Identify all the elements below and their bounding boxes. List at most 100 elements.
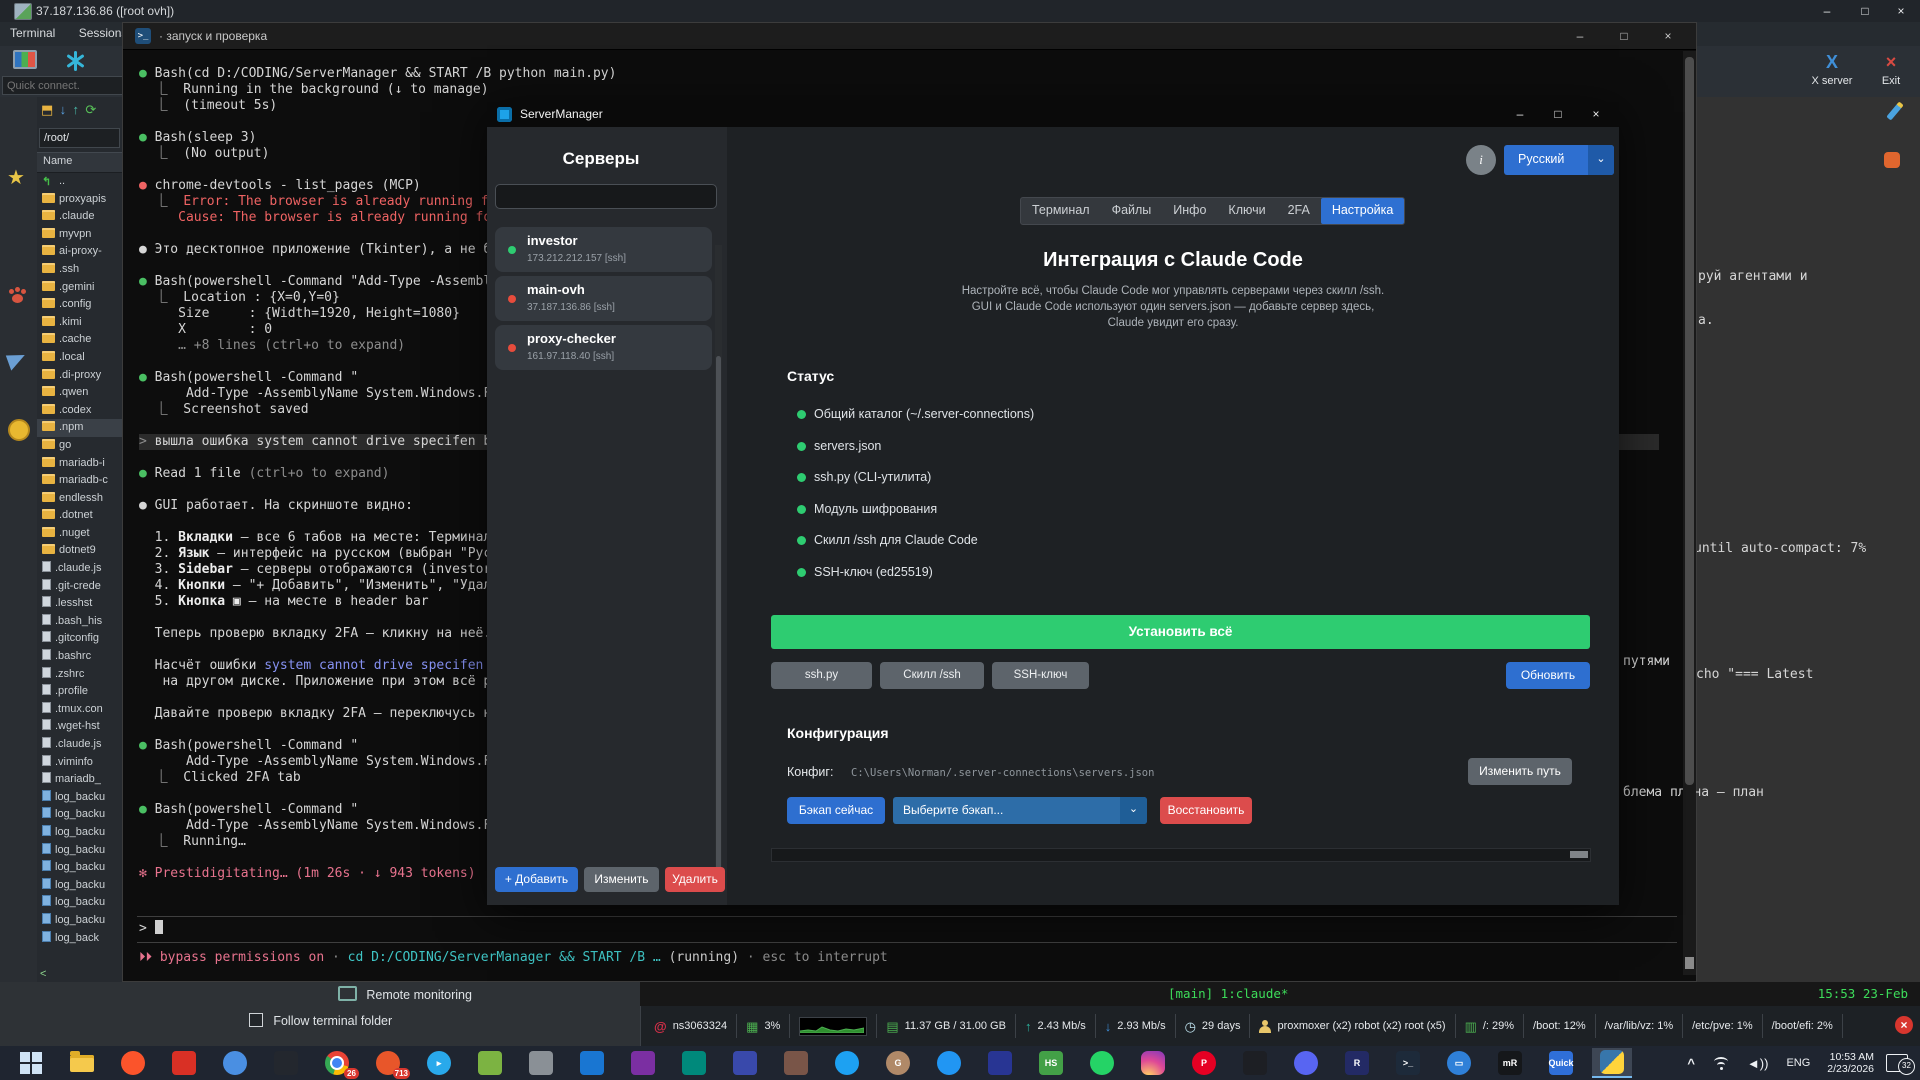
powershell-icon[interactable]: >_	[1388, 1048, 1428, 1078]
purple-app-icon[interactable]	[623, 1048, 663, 1078]
file-row[interactable]: .profile	[37, 683, 122, 701]
download-icon[interactable]: ↓	[60, 102, 67, 117]
sm-maximize-button[interactable]: □	[1539, 103, 1577, 126]
file-row[interactable]: .gitconfig	[37, 630, 122, 648]
favorites-star-icon[interactable]: ★	[7, 165, 25, 190]
notepad-icon[interactable]	[470, 1048, 510, 1078]
install-all-button[interactable]: Установить всё	[771, 615, 1590, 649]
start-button[interactable]	[11, 1048, 51, 1078]
mremoteng-icon[interactable]: mR	[1490, 1048, 1530, 1078]
file-list-scroll-left[interactable]: <	[40, 968, 46, 980]
file-row[interactable]: .codex	[37, 402, 122, 420]
red-app-icon[interactable]	[164, 1048, 204, 1078]
server-card[interactable]: main-ovh 37.187.136.86 [ssh]	[495, 276, 712, 321]
mobaxterm-maximize-button[interactable]: □	[1848, 0, 1882, 22]
file-row[interactable]: log_backu	[37, 842, 122, 860]
statusbar-item[interactable]: ▥ /: 29%	[1456, 1014, 1525, 1038]
folder-up-icon[interactable]: ⬒	[41, 102, 53, 117]
file-row[interactable]: .claude.js	[37, 560, 122, 578]
statusbar-item[interactable]: @ ns3063324	[645, 1014, 738, 1038]
instagram-icon[interactable]	[1133, 1048, 1173, 1078]
servermanager-titlebar[interactable]: ServerManager – □ ×	[487, 102, 1619, 127]
file-row[interactable]: go	[37, 437, 122, 455]
teal-app-icon[interactable]	[674, 1048, 714, 1078]
refresh-icon[interactable]: ⟳	[85, 102, 96, 117]
file-row[interactable]: log_backu	[37, 877, 122, 895]
restore-button[interactable]: Восстановить	[1160, 797, 1252, 824]
rstudio-icon[interactable]: R	[1337, 1048, 1377, 1078]
statusbar-close-icon[interactable]: ×	[1895, 1016, 1913, 1034]
vscode-icon[interactable]	[572, 1048, 612, 1078]
file-row[interactable]: .npm	[37, 419, 122, 437]
path-input[interactable]: /root/	[39, 128, 120, 148]
terminal-close-button[interactable]: ×	[1648, 25, 1688, 47]
file-row[interactable]: .ssh	[37, 261, 122, 279]
follow-terminal-folder-checkbox[interactable]: Follow terminal folder	[249, 1013, 392, 1028]
sm-close-button[interactable]: ×	[1577, 103, 1615, 126]
language-indicator[interactable]: ENG	[1786, 1057, 1810, 1069]
go-app-icon[interactable]: G	[878, 1048, 918, 1078]
brown-app-icon[interactable]	[776, 1048, 816, 1078]
x-server-button[interactable]: X X server	[1804, 48, 1860, 87]
backup-select-dropdown[interactable]: Выберите бэкап... ⌄	[893, 797, 1147, 824]
file-row[interactable]: log_backu	[37, 912, 122, 930]
file-row[interactable]: myvpn	[37, 226, 122, 244]
chrome-icon[interactable]: 26	[317, 1048, 359, 1079]
tab-2fa[interactable]: 2FA	[1277, 198, 1321, 224]
terminal-minimize-button[interactable]: –	[1560, 25, 1600, 47]
whatsapp-icon[interactable]	[1082, 1048, 1122, 1078]
statusbar-item[interactable]: ◷ 29 days	[1176, 1014, 1251, 1038]
wifi-icon[interactable]	[1713, 1056, 1729, 1070]
component-button-2[interactable]: Скилл /ssh	[880, 662, 984, 689]
file-row[interactable]: .bash_his	[37, 613, 122, 631]
add-server-button[interactable]: + Добавить	[495, 867, 578, 892]
statusbar-item[interactable]: /boot: 12%	[1524, 1014, 1596, 1038]
server-card[interactable]: proxy-checker 161.97.118.40 [ssh]	[495, 325, 712, 370]
blue-app-icon[interactable]	[725, 1048, 765, 1078]
file-explorer-icon[interactable]	[62, 1048, 102, 1078]
file-row[interactable]: .local	[37, 349, 122, 367]
blue-circle-icon[interactable]	[929, 1048, 969, 1078]
terminal-titlebar[interactable]: >_ · запуск и проверка – □ ×	[123, 23, 1696, 50]
statusbar-item[interactable]: /var/lib/vz: 1%	[1596, 1014, 1684, 1038]
discord-icon[interactable]	[1286, 1048, 1326, 1078]
file-row[interactable]: .kimi	[37, 314, 122, 332]
statusbar-item[interactable]: ▤ 11.37 GB / 31.00 GB	[877, 1014, 1016, 1038]
sidebar-scrollbar[interactable]	[715, 245, 722, 875]
quick-share-icon[interactable]: Quick	[1541, 1048, 1581, 1078]
file-row[interactable]: proxyapis	[37, 191, 122, 209]
pinterest-icon[interactable]: P	[1184, 1048, 1224, 1078]
hs-app-icon[interactable]: HS	[1031, 1048, 1071, 1078]
tab-ключи[interactable]: Ключи	[1217, 198, 1276, 224]
sm-minimize-button[interactable]: –	[1501, 103, 1539, 126]
horizontal-scrollbar[interactable]	[771, 848, 1591, 862]
file-row[interactable]: .cache	[37, 331, 122, 349]
tab-файлы[interactable]: Файлы	[1101, 198, 1163, 224]
delete-server-button[interactable]: Удалить	[665, 867, 725, 892]
notifications-icon[interactable]: 32	[1886, 1054, 1915, 1075]
file-row[interactable]: .claude.js	[37, 736, 122, 754]
file-row[interactable]: .lesshst	[37, 595, 122, 613]
edit-server-button[interactable]: Изменить	[584, 867, 659, 892]
tab-инфо[interactable]: Инфо	[1162, 198, 1217, 224]
exit-button[interactable]: × Exit	[1868, 48, 1914, 87]
horizontal-scrollbar-thumb[interactable]	[1570, 851, 1588, 858]
component-button-3[interactable]: SSH-ключ	[992, 662, 1089, 689]
mobaxterm-close-button[interactable]: ×	[1884, 0, 1918, 22]
file-row[interactable]: ↰..	[37, 173, 122, 191]
server-search-input[interactable]	[495, 184, 717, 209]
tab-терминал[interactable]: Терминал	[1021, 198, 1101, 224]
backup-now-button[interactable]: Бэкап сейчас	[787, 797, 885, 824]
file-row[interactable]: dotnet9	[37, 542, 122, 560]
file-row[interactable]: .config	[37, 296, 122, 314]
refresh-button[interactable]: Обновить	[1506, 662, 1590, 689]
statusbar-item[interactable]: proxmoxer (x2) robot (x2) root (x5)	[1250, 1014, 1456, 1038]
info-button[interactable]: i	[1466, 145, 1496, 175]
scrollbar-thumb[interactable]	[1685, 57, 1694, 785]
file-row[interactable]: .bashrc	[37, 648, 122, 666]
black-app-icon[interactable]	[1235, 1048, 1275, 1078]
twitter-icon[interactable]	[827, 1048, 867, 1078]
paw-icon[interactable]	[9, 287, 27, 305]
pen-icon[interactable]	[1886, 101, 1904, 121]
change-path-button[interactable]: Изменить путь	[1468, 758, 1572, 785]
